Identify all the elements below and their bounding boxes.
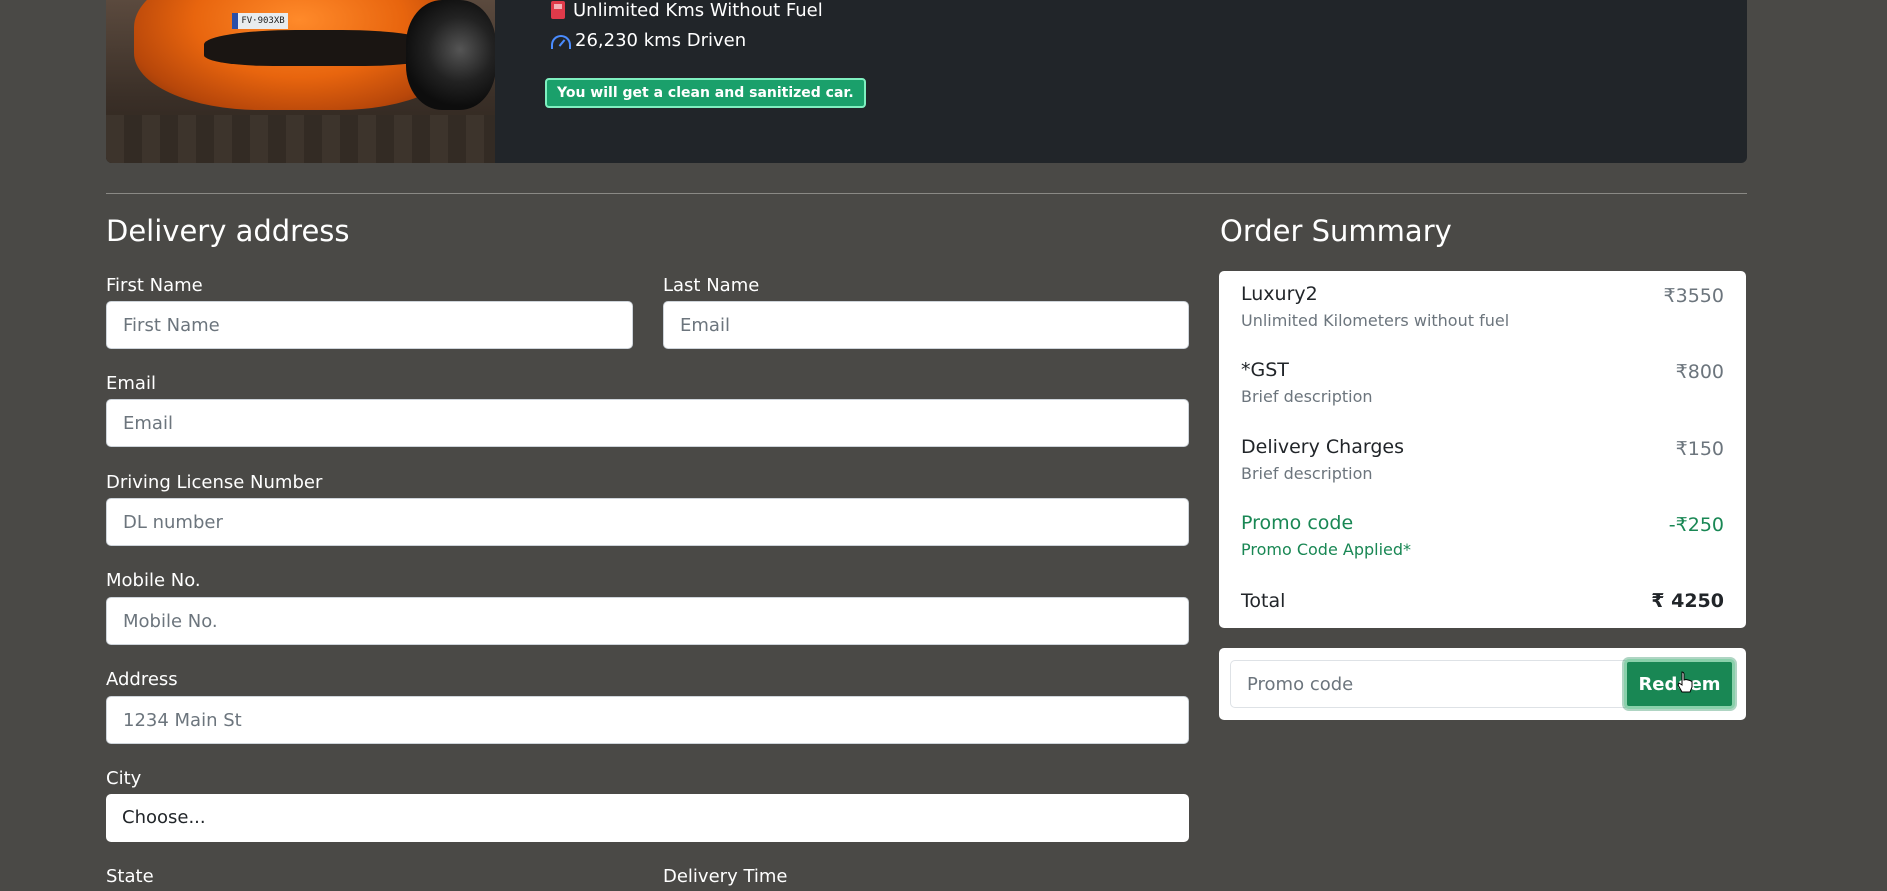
license-label: Driving License Number — [106, 472, 323, 493]
delivery-address-title: Delivery address — [106, 214, 350, 248]
total-price: ₹ 4250 — [1651, 590, 1724, 612]
summary-item-delivery: Delivery Charges Brief description ₹150 — [1241, 436, 1724, 483]
promo-code-input[interactable] — [1230, 660, 1646, 708]
state-label: State — [106, 866, 154, 887]
sanitized-badge: You will get a clean and sanitized car. — [545, 78, 866, 108]
city-label: City — [106, 768, 142, 789]
order-summary-title: Order Summary — [1220, 214, 1452, 248]
car-image: FV·903XB — [106, 0, 495, 163]
last-name-input[interactable] — [663, 301, 1189, 349]
summary-item-gst: *GST Brief description ₹800 — [1241, 359, 1724, 406]
email-input[interactable] — [106, 399, 1189, 447]
item-description: Unlimited Kilometers without fuel — [1241, 311, 1510, 330]
feature-unlimited-kms: Unlimited Kms Without Fuel — [551, 0, 823, 21]
license-input[interactable] — [106, 498, 1189, 546]
delivery-time-label: Delivery Time — [663, 866, 788, 887]
city-select[interactable]: Choose... — [106, 794, 1189, 842]
section-divider — [106, 193, 1747, 194]
email-label: Email — [106, 373, 156, 394]
mobile-label: Mobile No. — [106, 570, 201, 591]
item-description: Brief description — [1241, 464, 1373, 483]
hand-cursor-icon — [1677, 671, 1693, 693]
feature-kms-driven: 26,230 kms Driven — [551, 29, 746, 51]
summary-total: Total ₹ 4250 — [1241, 590, 1724, 612]
item-description: Promo Code Applied* — [1241, 540, 1412, 559]
fuel-icon — [551, 1, 565, 19]
last-name-label: Last Name — [663, 275, 760, 296]
item-title: *GST — [1241, 359, 1289, 381]
car-plate: FV·903XB — [232, 13, 288, 29]
item-price: ₹800 — [1675, 361, 1724, 383]
item-title: Delivery Charges — [1241, 436, 1404, 458]
summary-item-promo: Promo code Promo Code Applied* -₹250 — [1241, 512, 1724, 559]
first-name-input[interactable] — [106, 301, 633, 349]
order-summary-list: Luxury2 Unlimited Kilometers without fue… — [1219, 271, 1746, 628]
first-name-label: First Name — [106, 275, 203, 296]
car-image-ground — [106, 115, 495, 163]
feature-text: 26,230 kms Driven — [575, 29, 747, 51]
item-title: Luxury2 — [1241, 283, 1318, 305]
mobile-input[interactable] — [106, 597, 1189, 645]
car-wheel — [406, 0, 495, 110]
item-price: -₹250 — [1668, 514, 1724, 536]
summary-item-luxury: Luxury2 Unlimited Kilometers without fue… — [1241, 283, 1724, 330]
item-price: ₹150 — [1675, 438, 1724, 460]
item-price: ₹3550 — [1663, 285, 1724, 307]
car-card: FV·903XB Unlimited Kms Without Fuel 26,2… — [106, 0, 1747, 163]
address-label: Address — [106, 669, 178, 690]
feature-text: Unlimited Kms Without Fuel — [573, 0, 823, 21]
item-description: Brief description — [1241, 387, 1373, 406]
address-input[interactable] — [106, 696, 1189, 744]
car-grille — [204, 30, 434, 66]
item-title: Promo code — [1241, 512, 1354, 534]
speedometer-icon — [551, 35, 571, 49]
car-headlight-left — [161, 0, 237, 5]
